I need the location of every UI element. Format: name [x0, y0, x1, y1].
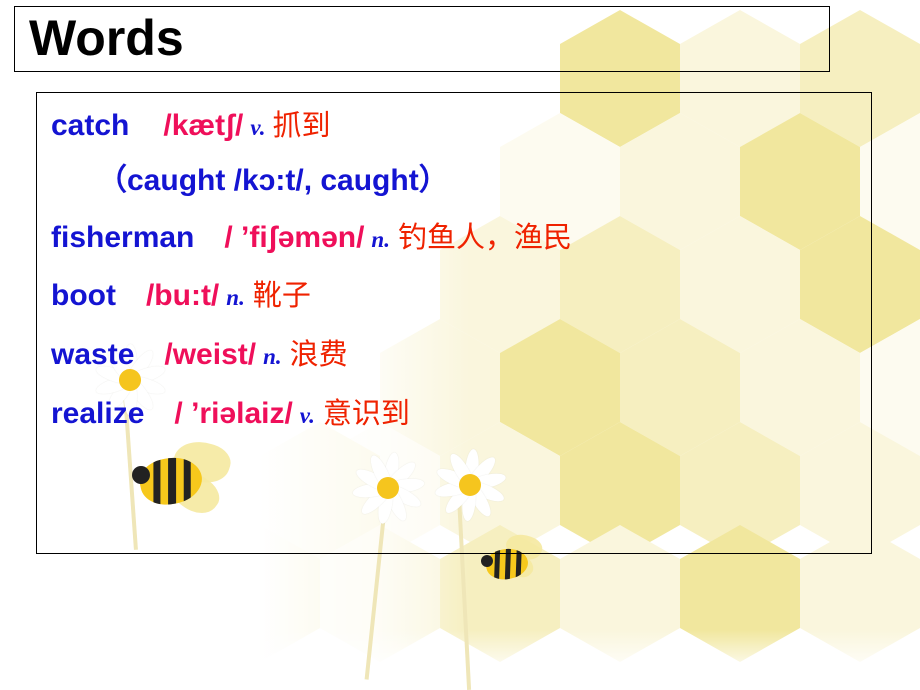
honeycomb-cell — [440, 525, 560, 662]
word-entry-realize: realize / ’riəlaiz/v. 意识到 — [51, 399, 410, 429]
word-english: boot — [51, 279, 116, 312]
word-phonetic: / ’riəlaiz/ — [174, 397, 293, 430]
page-title: Words — [29, 10, 184, 66]
word-chinese: 意识到 — [322, 396, 410, 430]
slide-canvas: Words catch/kætʃ/v. 抓到 （caught /kɔ:t/, ca… — [0, 0, 920, 690]
word-entry-catch-forms: （caught /kɔ:t/, caught） — [97, 166, 449, 196]
honeycomb-cell — [80, 525, 200, 662]
word-entry-waste: waste/weist/n. 浪费 — [51, 340, 348, 370]
word-chinese: 浪费 — [289, 337, 348, 371]
word-part-of-speech: v. — [250, 115, 266, 140]
word-entry-boot: boot/bu:t/n. 靴子 — [51, 281, 311, 311]
word-entry-fisherman: fisherman / ’fiʃəmən/n. 钓鱼人，渔民 — [51, 223, 572, 253]
title-box: Words — [14, 6, 830, 72]
honeycomb-cell — [560, 525, 680, 662]
word-phonetic: /kætʃ/ — [163, 109, 244, 142]
word-part-of-speech: v. — [299, 403, 315, 428]
word-chinese: 抓到 — [272, 108, 331, 142]
word-chinese: 钓鱼人，渔民 — [397, 220, 572, 254]
word-part-of-speech: n. — [371, 227, 390, 252]
background-fade-bottom — [0, 630, 920, 690]
word-inflected-forms: （caught /kɔ:t/, caught） — [97, 164, 449, 197]
word-english: fisherman — [51, 221, 195, 254]
honeycomb-cell — [200, 525, 320, 662]
word-chinese: 靴子 — [252, 278, 311, 312]
word-english: waste — [51, 338, 135, 371]
honeycomb-cell — [680, 525, 800, 662]
word-part-of-speech: n. — [226, 285, 245, 310]
word-english: catch — [51, 109, 130, 142]
honeycomb-cell — [320, 525, 440, 662]
word-phonetic: / ’fiʃəmən/ — [224, 221, 365, 254]
words-box: catch/kætʃ/v. 抓到 （caught /kɔ:t/, caught） … — [36, 92, 872, 554]
word-part-of-speech: n. — [263, 344, 282, 369]
honeycomb-cell — [800, 525, 920, 662]
word-english: realize — [51, 397, 145, 430]
word-phonetic: /weist/ — [164, 338, 257, 371]
word-entry-catch: catch/kætʃ/v. 抓到 — [51, 111, 331, 141]
word-phonetic: /bu:t/ — [145, 279, 220, 312]
